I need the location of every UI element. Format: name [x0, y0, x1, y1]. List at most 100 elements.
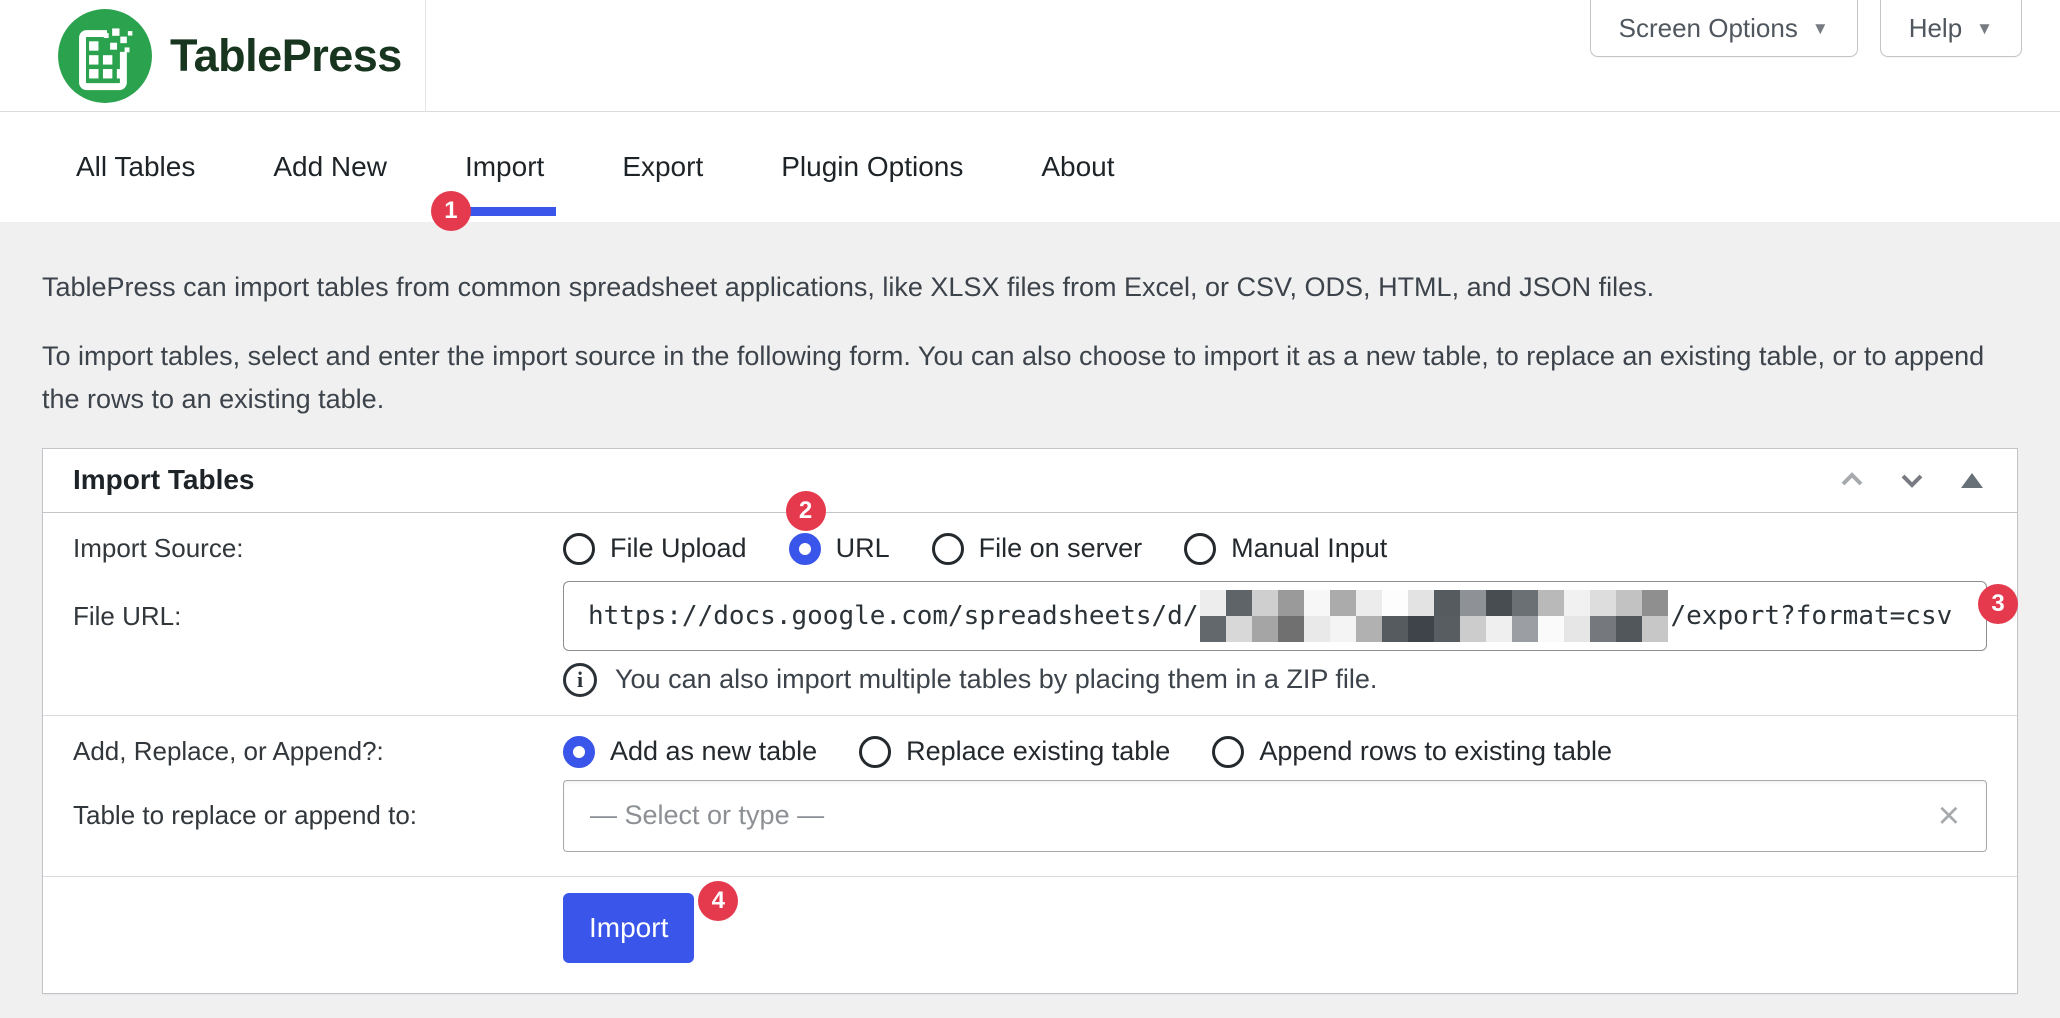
add-replace-append-row: Add, Replace, or Append?: Add as new tab…	[43, 716, 2017, 780]
table-to-replace-label: Table to replace or append to:	[73, 780, 563, 852]
file-url-label: File URL:	[73, 581, 563, 715]
panel-title: Import Tables	[73, 464, 255, 496]
admin-header: TablePress Screen Options ▼ Help ▼	[0, 0, 2060, 112]
nav-tab-label: Export	[622, 151, 703, 183]
redaction-pixel	[1512, 616, 1538, 642]
radio-label: Manual Input	[1231, 533, 1387, 564]
redaction-pixel	[1642, 590, 1668, 616]
redaction-pixel	[1278, 590, 1304, 616]
redaction-pixel	[1382, 590, 1408, 616]
nav-tab[interactable]: Import 1	[465, 112, 544, 222]
file-url-value-prefix: https://docs.google.com/spreadsheets/d/	[588, 601, 1198, 631]
redaction-pixel	[1486, 590, 1512, 616]
redaction-pixel	[1616, 590, 1642, 616]
info-icon: i	[563, 663, 597, 697]
chevron-down-icon: ▼	[1976, 20, 1993, 37]
radio-label: Replace existing table	[906, 736, 1170, 767]
submit-row: Import 4	[43, 877, 2017, 993]
submit-group: Import 4	[43, 877, 2017, 993]
import-source-option[interactable]: URL 2	[789, 533, 890, 565]
radio-label: URL	[836, 533, 890, 564]
intro-paragraph-1: TablePress can import tables from common…	[42, 266, 2018, 309]
brand: TablePress	[0, 0, 426, 112]
redaction-pixel	[1616, 616, 1642, 642]
help-button[interactable]: Help ▼	[1880, 0, 2022, 57]
radio-label: File Upload	[610, 533, 747, 564]
move-up-icon[interactable]	[1835, 463, 1869, 497]
file-url-value-suffix: /export?format=csv	[1670, 601, 1952, 631]
table-to-replace-row: Table to replace or append to: — Select …	[43, 780, 2017, 876]
panel-handle-actions	[1835, 463, 1989, 497]
nav-tab-label: Add New	[273, 151, 387, 183]
redaction-pixel	[1434, 590, 1460, 616]
radio-icon	[563, 533, 595, 565]
redaction-pixel	[1200, 616, 1226, 642]
import-button-wrap: Import 4	[563, 893, 694, 963]
redaction-pixel	[1434, 616, 1460, 642]
nav-tab[interactable]: About	[1041, 112, 1114, 222]
submit-spacer	[73, 893, 563, 963]
add-replace-append-option[interactable]: Add as new table	[563, 736, 817, 768]
redaction-pixel	[1200, 590, 1226, 616]
panel-header: Import Tables	[43, 449, 2017, 513]
collapse-toggle-icon[interactable]	[1955, 463, 1989, 497]
redaction-pixel	[1590, 590, 1616, 616]
redaction-pixel	[1460, 590, 1486, 616]
redaction-pixel	[1278, 616, 1304, 642]
nav-tab-label: Import	[465, 151, 544, 183]
import-source-options: File Upload URL 2 File on server	[563, 533, 1987, 565]
redaction-pixel	[1226, 616, 1252, 642]
redaction-pixel	[1564, 616, 1590, 642]
step-badge-2: 2	[786, 491, 826, 531]
add-replace-append-label: Add, Replace, or Append?:	[73, 736, 563, 767]
step-badge-3: 3	[1978, 584, 2018, 624]
move-down-icon[interactable]	[1895, 463, 1929, 497]
screen-options-label: Screen Options	[1619, 13, 1798, 44]
redacted-url-segment	[1200, 590, 1668, 642]
help-label: Help	[1909, 13, 1962, 44]
redaction-pixel	[1226, 590, 1252, 616]
redaction-pixel	[1356, 616, 1382, 642]
chevron-down-icon: ▼	[1812, 20, 1829, 37]
redaction-pixel	[1304, 616, 1330, 642]
table-select[interactable]: — Select or type — ×	[563, 780, 1987, 852]
redaction-pixel	[1512, 590, 1538, 616]
step-badge-1: 1	[431, 191, 471, 231]
add-replace-append-option[interactable]: Replace existing table	[859, 736, 1170, 768]
step-badge-4: 4	[698, 881, 738, 921]
import-button[interactable]: Import	[563, 893, 694, 963]
redaction-pixel	[1538, 616, 1564, 642]
redaction-pixel	[1642, 616, 1668, 642]
redaction-pixel	[1330, 590, 1356, 616]
file-url-input[interactable]: https://docs.google.com/spreadsheets/d/ …	[563, 581, 1987, 651]
tablepress-import-page: { "header": { "logo_text": "TablePress",…	[0, 0, 2060, 1018]
redaction-pixel	[1252, 590, 1278, 616]
import-source-option[interactable]: File Upload	[563, 533, 747, 565]
nav-tab[interactable]: Add New	[273, 112, 387, 222]
redaction-pixel	[1408, 616, 1434, 642]
import-source-row: Import Source: File Upload URL 2	[43, 513, 2017, 573]
clear-selection-icon[interactable]: ×	[1938, 797, 1960, 835]
add-replace-append-option[interactable]: Append rows to existing table	[1212, 736, 1612, 768]
add-replace-append-options: Add as new table Replace existing table …	[563, 736, 1987, 768]
nav-tab[interactable]: Export	[622, 112, 703, 222]
nav-tab[interactable]: All Tables	[76, 112, 195, 222]
file-url-help-text: You can also import multiple tables by p…	[615, 664, 1377, 695]
radio-icon	[859, 736, 891, 768]
radio-icon	[789, 533, 821, 565]
redaction-pixel	[1330, 616, 1356, 642]
radio-icon	[1184, 533, 1216, 565]
radio-icon	[932, 533, 964, 565]
nav-tabs: All Tables Add New Import 1 Export Plugi…	[0, 112, 2060, 222]
radio-label: File on server	[979, 533, 1143, 564]
screen-options-button[interactable]: Screen Options ▼	[1590, 0, 1858, 57]
destination-group: Add, Replace, or Append?: Add as new tab…	[43, 716, 2017, 877]
nav-tab-label: All Tables	[76, 151, 195, 183]
redaction-pixel	[1590, 616, 1616, 642]
radio-label: Append rows to existing table	[1259, 736, 1612, 767]
import-source-option[interactable]: File on server	[932, 533, 1143, 565]
nav-tab[interactable]: Plugin Options	[781, 112, 963, 222]
redaction-pixel	[1460, 616, 1486, 642]
file-url-help: i You can also import multiple tables by…	[563, 663, 1987, 697]
import-source-option[interactable]: Manual Input	[1184, 533, 1387, 565]
